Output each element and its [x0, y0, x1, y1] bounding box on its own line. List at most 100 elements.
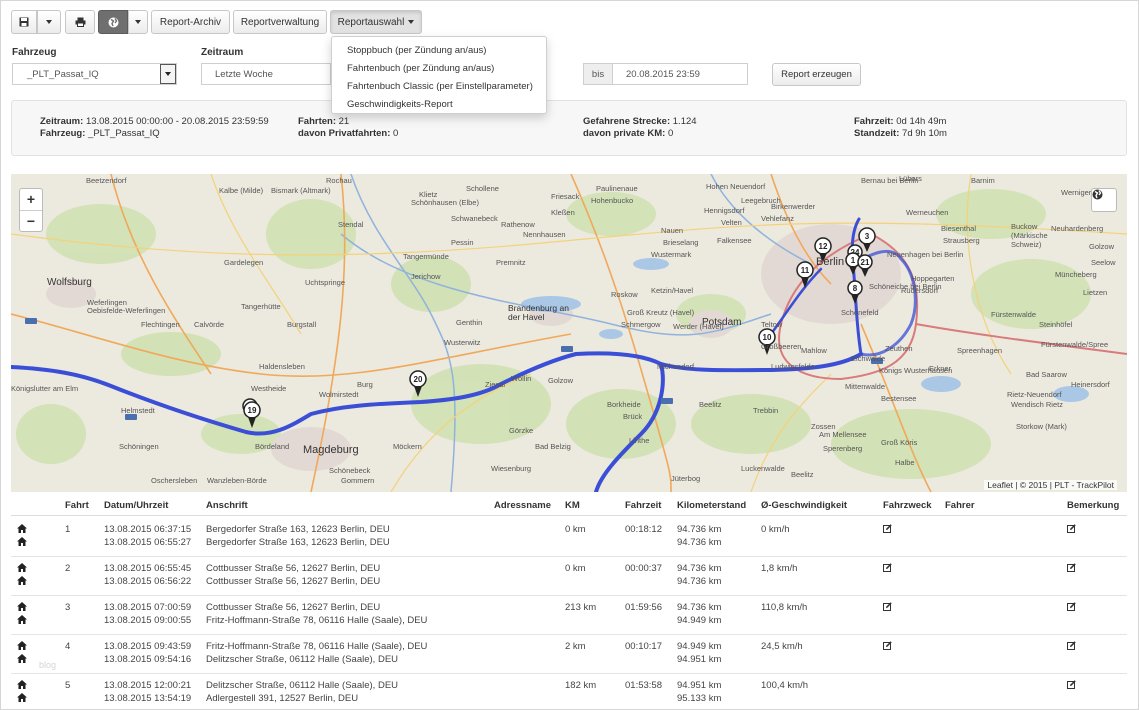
- map-place-label: Wendisch Rietz: [1011, 400, 1063, 409]
- map-place-label: Mahlow: [801, 346, 827, 355]
- col-address-name: Adressname: [494, 500, 552, 511]
- report-management-button[interactable]: Reportverwaltung: [233, 10, 327, 34]
- edit-icon[interactable]: [883, 563, 892, 572]
- period-select[interactable]: Letzte Woche: [201, 63, 331, 85]
- map-place-label: Schöneiche bei Berlin: [869, 282, 942, 291]
- table-row[interactable]: 3 13.08.2015 07:00:59 13.08.2015 09:00:5…: [11, 596, 1127, 635]
- map-place-label: Ludwigsfelde: [771, 362, 815, 371]
- svg-text:1: 1: [851, 256, 856, 265]
- trip-table-header: Fahrt Datum/Uhrzeit Anschrift Adressname…: [11, 496, 1127, 516]
- zoom-in-button[interactable]: +: [20, 189, 42, 210]
- edit-icon[interactable]: [883, 524, 892, 533]
- summary-times: Fahrzeit: 0d 14h 49m Standzeit: 7d 9h 10…: [854, 116, 947, 140]
- trip-km: 0 km: [565, 563, 586, 574]
- edit-icon[interactable]: [883, 602, 892, 611]
- route-map[interactable]: 3 12 24 1 21 11 8 10 20 19 Beetzendorf R…: [11, 174, 1127, 492]
- edit-icon[interactable]: [883, 641, 892, 650]
- end-datetime: 13.08.2015 09:54:16: [104, 654, 192, 665]
- save-dropdown-button[interactable]: [37, 10, 61, 34]
- map-place-label: Jüterbog: [671, 474, 701, 483]
- vehicle-select-toggle[interactable]: [160, 64, 176, 84]
- map-place-label: Velten: [721, 218, 742, 227]
- report-archive-button[interactable]: Report-Archiv: [151, 10, 230, 34]
- trip-number: 4: [65, 641, 71, 652]
- edit-icon[interactable]: [1067, 524, 1076, 533]
- edit-icon[interactable]: [1067, 641, 1076, 650]
- map-place-label: Falkensee: [717, 236, 752, 245]
- edit-icon[interactable]: [1067, 602, 1076, 611]
- trip-number: 2: [65, 563, 71, 574]
- odometer-start: 94.736 km: [677, 524, 722, 535]
- map-place-label: Calvörde: [194, 320, 225, 329]
- vehicle-select[interactable]: _PLT_Passat_IQ: [12, 63, 177, 85]
- zoom-out-button[interactable]: −: [20, 210, 42, 231]
- menu-item-trip-log-classic[interactable]: Fahrtenbuch Classic (per Einstellparamet…: [332, 78, 546, 96]
- map-layer-button[interactable]: [1091, 188, 1117, 212]
- map-view-dropdown-button[interactable]: [128, 10, 148, 34]
- trip-km: 213 km: [565, 602, 597, 613]
- vehicle-value: _PLT_Passat_IQ: [27, 68, 99, 80]
- table-row[interactable]: blog 4 13.08.2015 09:43:59 13.08.2015 09…: [11, 635, 1127, 674]
- table-row[interactable]: 5 13.08.2015 12:00:21 13.08.2015 13:54:1…: [11, 674, 1127, 710]
- to-addon: bis: [583, 63, 613, 85]
- avg-speed: 100,4 km/h: [761, 680, 808, 691]
- generate-report-button[interactable]: Report erzeugen: [772, 63, 861, 86]
- odometer-end: 94.736 km: [677, 576, 722, 587]
- map-place-label: Wusterwitz: [444, 338, 481, 347]
- start-datetime: 13.08.2015 09:43:59: [104, 641, 192, 652]
- menu-item-stop-log[interactable]: Stoppbuch (per Zündung an/aus): [332, 42, 546, 60]
- print-button[interactable]: [65, 10, 95, 34]
- map-place-label: Trebbin: [753, 406, 779, 415]
- avg-speed: 0 km/h: [761, 524, 790, 535]
- map-place-label: Sperenberg: [823, 444, 863, 453]
- end-datetime: 13.08.2015 06:55:27: [104, 537, 192, 548]
- summary-period-value: 13.08.2015 00:00:00 - 20.08.2015 23:59:5…: [85, 116, 269, 127]
- map-view-button[interactable]: [98, 10, 128, 34]
- summary-period-label: Zeitraum:: [40, 116, 84, 127]
- map-place-label: Bestensee: [881, 394, 917, 403]
- odometer-start: 94.951 km: [677, 680, 722, 691]
- map-place-label: Pessin: [451, 238, 474, 247]
- map-place-label: Brandenburg an der Havel: [508, 303, 569, 322]
- menu-item-trip-log[interactable]: Fahrtenbuch (per Zündung an/aus): [332, 60, 546, 78]
- menu-item-speed-report[interactable]: Geschwindigkeits-Report: [332, 96, 546, 114]
- col-odometer: Kilometerstand: [677, 500, 747, 511]
- map-place-label: Helmstedt: [121, 406, 155, 415]
- table-row[interactable]: 1 13.08.2015 06:37:15 13.08.2015 06:55:2…: [11, 518, 1127, 557]
- trip-duration: 01:59:56: [625, 602, 662, 613]
- start-address: Cottbusser Straße 56, 12627 Berlin, DEU: [206, 563, 381, 574]
- map-place-label: Haldensleben: [259, 362, 305, 371]
- map-place-label: Borkheide: [607, 400, 641, 409]
- map-place-label: Schöningen: [119, 442, 159, 451]
- trip-duration: 00:10:17: [625, 641, 662, 652]
- map-place-label: Neuenhagen bei Berlin: [887, 250, 964, 259]
- to-date-value: 20.08.2015 23:59: [626, 68, 700, 80]
- table-row[interactable]: 2 13.08.2015 06:55:45 13.08.2015 06:56:2…: [11, 557, 1127, 596]
- report-selection-button[interactable]: Reportauswahl: [330, 10, 422, 34]
- start-address: Bergedorfer Straße 163, 12623 Berlin, DE…: [206, 524, 390, 535]
- map-place-label: Linthe: [629, 436, 650, 445]
- trip-km: 182 km: [565, 680, 597, 691]
- col-remark: Bemerkung: [1067, 500, 1120, 511]
- save-button[interactable]: [11, 10, 37, 34]
- map-place-label: Zeuthen: [885, 344, 913, 353]
- end-datetime: 13.08.2015 09:00:55: [104, 615, 192, 626]
- summary-trips: Fahrten: 21 davon Privatfahrten: 0: [298, 116, 398, 140]
- generate-report-label: Report erzeugen: [781, 69, 852, 80]
- home-icon: [17, 654, 27, 663]
- map-place-label: Teltow: [761, 320, 783, 329]
- map-place-label: Golzow: [548, 376, 574, 385]
- map-place-label: Brück: [623, 412, 643, 421]
- map-place-label: Schmergow: [621, 320, 661, 329]
- map-place-label: Rietz-Neuendorf: [1007, 390, 1062, 399]
- edit-icon[interactable]: [1067, 563, 1076, 572]
- map-attribution: Leaflet | © 2015 | PLT - TrackPilot: [984, 480, 1117, 490]
- report-management-label: Reportverwaltung: [240, 16, 320, 28]
- svg-text:12: 12: [819, 242, 828, 251]
- chevron-down-icon: [46, 20, 52, 24]
- map-place-label: Burgstall: [287, 320, 317, 329]
- home-icon: [17, 615, 27, 624]
- edit-icon[interactable]: [1067, 680, 1076, 689]
- summary-distance-label: Gefahrene Strecke:: [583, 116, 671, 127]
- to-date-input[interactable]: 20.08.2015 23:59: [612, 63, 748, 85]
